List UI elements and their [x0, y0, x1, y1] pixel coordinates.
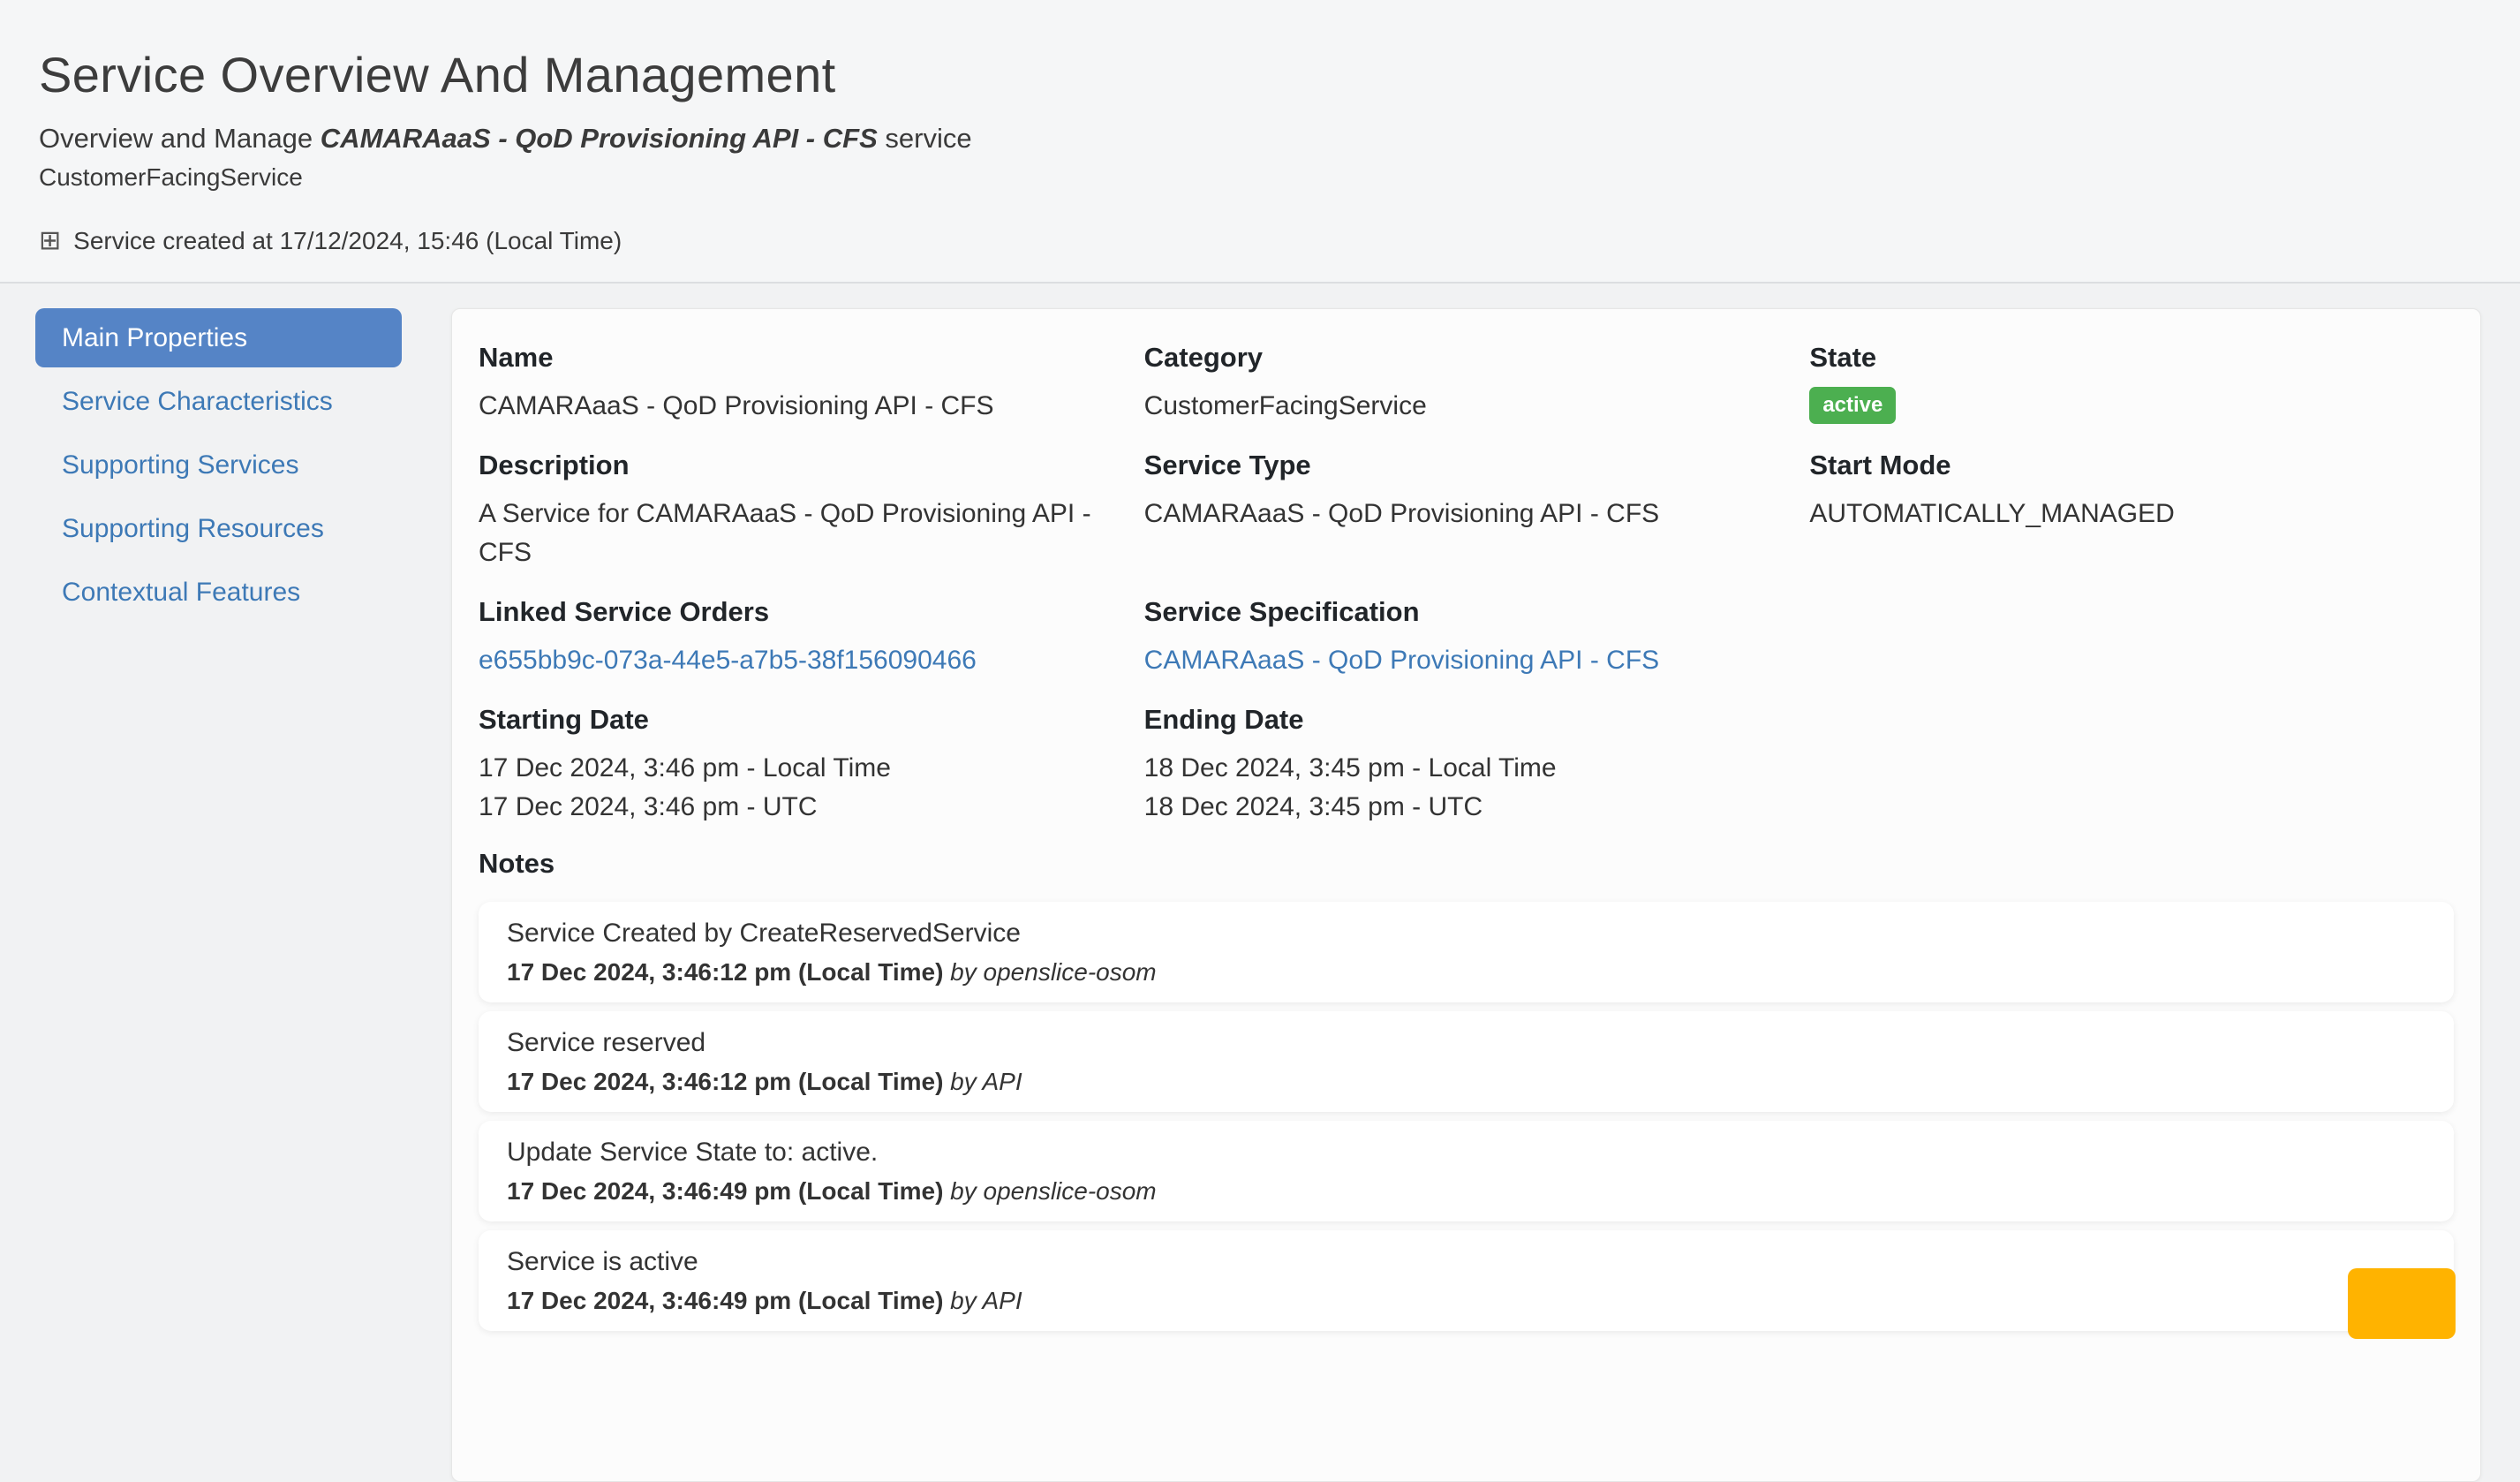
field-description-value: A Service for CAMARAaaS - QoD Provisioni… [479, 495, 1123, 572]
sidebar-item-contextual-features[interactable]: Contextual Features [35, 563, 402, 622]
field-service-specification-label: Service Specification [1144, 595, 1789, 629]
service-created-text: Service created at 17/12/2024, 15:46 (Lo… [73, 227, 622, 255]
note-author: by API [950, 1287, 1022, 1314]
field-description: Description A Service for CAMARAaaS - Qo… [479, 449, 1123, 572]
page-header: Service Overview And Management Overview… [0, 0, 2520, 284]
field-start-mode: Start Mode AUTOMATICALLY_MANAGED [1809, 449, 2454, 572]
field-empty-1 [1809, 595, 2454, 680]
notes-label: Notes [479, 847, 2454, 881]
note-author: by openslice-osom [950, 1177, 1156, 1205]
note-text: Service is active [507, 1244, 2426, 1280]
field-category-label: Category [1144, 341, 1789, 374]
field-description-label: Description [479, 449, 1123, 482]
field-ending-date-label: Ending Date [1144, 703, 1789, 737]
note-card: Update Service State to: active. 17 Dec … [479, 1121, 2454, 1221]
note-timestamp: 17 Dec 2024, 3:46:12 pm (Local Time) [507, 1068, 943, 1095]
field-linked-service-orders: Linked Service Orders e655bb9c-073a-44e5… [479, 595, 1123, 680]
linked-service-order-link[interactable]: e655bb9c-073a-44e5-a7b5-38f156090466 [479, 646, 977, 675]
ending-date-utc: 18 Dec 2024, 3:45 pm - UTC [1144, 788, 1789, 827]
field-service-type: Service Type CAMARAaaS - QoD Provisionin… [1144, 449, 1789, 572]
field-start-mode-label: Start Mode [1809, 449, 2454, 482]
plus-square-icon: ⊞ [39, 228, 61, 254]
service-created-row: ⊞ Service created at 17/12/2024, 15:46 (… [39, 227, 2481, 255]
field-starting-date-label: Starting Date [479, 703, 1123, 737]
note-timestamp: 17 Dec 2024, 3:46:49 pm (Local Time) [507, 1177, 943, 1205]
note-text: Service reserved [507, 1025, 2426, 1061]
notes-section: Notes Service Created by CreateReservedS… [479, 847, 2454, 1331]
page-title: Service Overview And Management [39, 46, 2481, 103]
field-linked-service-orders-label: Linked Service Orders [479, 595, 1123, 629]
note-text: Update Service State to: active. [507, 1135, 2426, 1170]
note-author: by API [950, 1068, 1022, 1095]
service-specification-link[interactable]: CAMARAaaS - QoD Provisioning API - CFS [1144, 646, 1660, 675]
note-meta: 17 Dec 2024, 3:46:12 pm (Local Time) by … [507, 1066, 2426, 1098]
field-starting-date: Starting Date 17 Dec 2024, 3:46 pm - Loc… [479, 703, 1123, 827]
field-name-value: CAMARAaaS - QoD Provisioning API - CFS [479, 387, 1123, 426]
field-service-type-value: CAMARAaaS - QoD Provisioning API - CFS [1144, 495, 1789, 533]
service-category-label: CustomerFacingService [39, 163, 2481, 192]
field-category-value: CustomerFacingService [1144, 387, 1789, 426]
field-name: Name CAMARAaaS - QoD Provisioning API - … [479, 341, 1123, 426]
note-card: Service is active 17 Dec 2024, 3:46:49 p… [479, 1230, 2454, 1331]
note-meta: 17 Dec 2024, 3:46:49 pm (Local Time) by … [507, 1176, 2426, 1207]
state-badge: active [1809, 387, 1896, 424]
sidebar-item-service-characteristics[interactable]: Service Characteristics [35, 372, 402, 431]
note-card: Service Created by CreateReservedService… [479, 902, 2454, 1002]
note-timestamp: 17 Dec 2024, 3:46:12 pm (Local Time) [507, 958, 943, 986]
note-meta: 17 Dec 2024, 3:46:49 pm (Local Time) by … [507, 1285, 2426, 1317]
starting-date-utc: 17 Dec 2024, 3:46 pm - UTC [479, 788, 1123, 827]
field-start-mode-value: AUTOMATICALLY_MANAGED [1809, 495, 2454, 533]
properties-grid: Name CAMARAaaS - QoD Provisioning API - … [479, 341, 2454, 827]
note-author: by openslice-osom [950, 958, 1156, 986]
sidebar-item-supporting-services[interactable]: Supporting Services [35, 435, 402, 495]
page-subtitle: Overview and Manage CAMARAaaS - QoD Prov… [39, 123, 2481, 155]
note-timestamp: 17 Dec 2024, 3:46:49 pm (Local Time) [507, 1287, 943, 1314]
note-meta: 17 Dec 2024, 3:46:12 pm (Local Time) by … [507, 956, 2426, 988]
subtitle-service-name: CAMARAaaS - QoD Provisioning API - CFS [321, 123, 878, 154]
field-service-type-label: Service Type [1144, 449, 1789, 482]
field-state: State active [1809, 341, 2454, 426]
main-properties-panel: Name CAMARAaaS - QoD Provisioning API - … [451, 308, 2481, 1482]
sidebar-item-main-properties[interactable]: Main Properties [35, 308, 402, 367]
field-state-label: State [1809, 341, 2454, 374]
field-category: Category CustomerFacingService [1144, 341, 1789, 426]
field-name-label: Name [479, 341, 1123, 374]
note-card: Service reserved 17 Dec 2024, 3:46:12 pm… [479, 1011, 2454, 1112]
ending-date-local: 18 Dec 2024, 3:45 pm - Local Time [1144, 749, 1789, 788]
field-service-specification: Service Specification CAMARAaaS - QoD Pr… [1144, 595, 1789, 680]
subtitle-prefix: Overview and Manage [39, 123, 313, 154]
sidebar-item-supporting-resources[interactable]: Supporting Resources [35, 499, 402, 558]
field-ending-date: Ending Date 18 Dec 2024, 3:45 pm - Local… [1144, 703, 1789, 827]
sidebar-nav: Main Properties Service Characteristics … [35, 308, 402, 626]
subtitle-suffix: service [885, 123, 971, 154]
content-area: Main Properties Service Characteristics … [0, 284, 2520, 1482]
note-text: Service Created by CreateReservedService [507, 916, 2426, 951]
starting-date-local: 17 Dec 2024, 3:46 pm - Local Time [479, 749, 1123, 788]
field-empty-2 [1809, 703, 2454, 827]
